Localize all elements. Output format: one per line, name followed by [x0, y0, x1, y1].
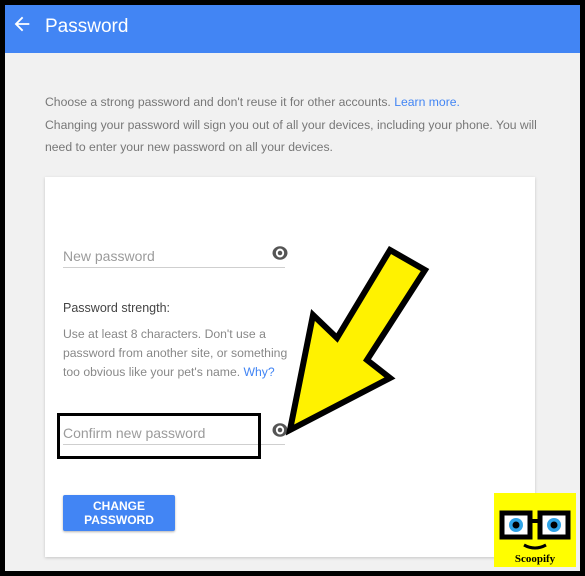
arrow-back-icon[interactable] [11, 13, 33, 35]
learn-more-link[interactable]: Learn more. [394, 95, 460, 109]
eye-icon[interactable] [271, 244, 289, 262]
new-password-input[interactable] [63, 245, 285, 268]
nerd-face-icon [499, 510, 571, 550]
intro-line-2: Changing your password will sign you out… [45, 117, 537, 155]
intro-sentence: Choose a strong password and don't reuse… [45, 95, 391, 109]
eye-icon[interactable] [271, 421, 289, 439]
intro-text: Choose a strong password and don't reuse… [45, 91, 565, 159]
scoopify-logo: Scoopify [494, 493, 576, 567]
intro-line-1: Choose a strong password and don't reuse… [45, 91, 565, 114]
password-card: Password strength: Use at least 8 charac… [45, 177, 535, 557]
page-title: Password [45, 16, 129, 37]
confirm-password-input[interactable] [63, 422, 285, 445]
why-link[interactable]: Why? [244, 365, 275, 379]
strength-label: Password strength: [63, 301, 170, 315]
change-password-button[interactable]: CHANGE PASSWORD [63, 495, 175, 531]
strength-help: Use at least 8 characters. Don't use a p… [63, 325, 303, 382]
app-bar: Password [5, 5, 580, 53]
logo-text: Scoopify [514, 553, 556, 565]
page-frame: Password Choose a strong password and do… [5, 5, 580, 571]
